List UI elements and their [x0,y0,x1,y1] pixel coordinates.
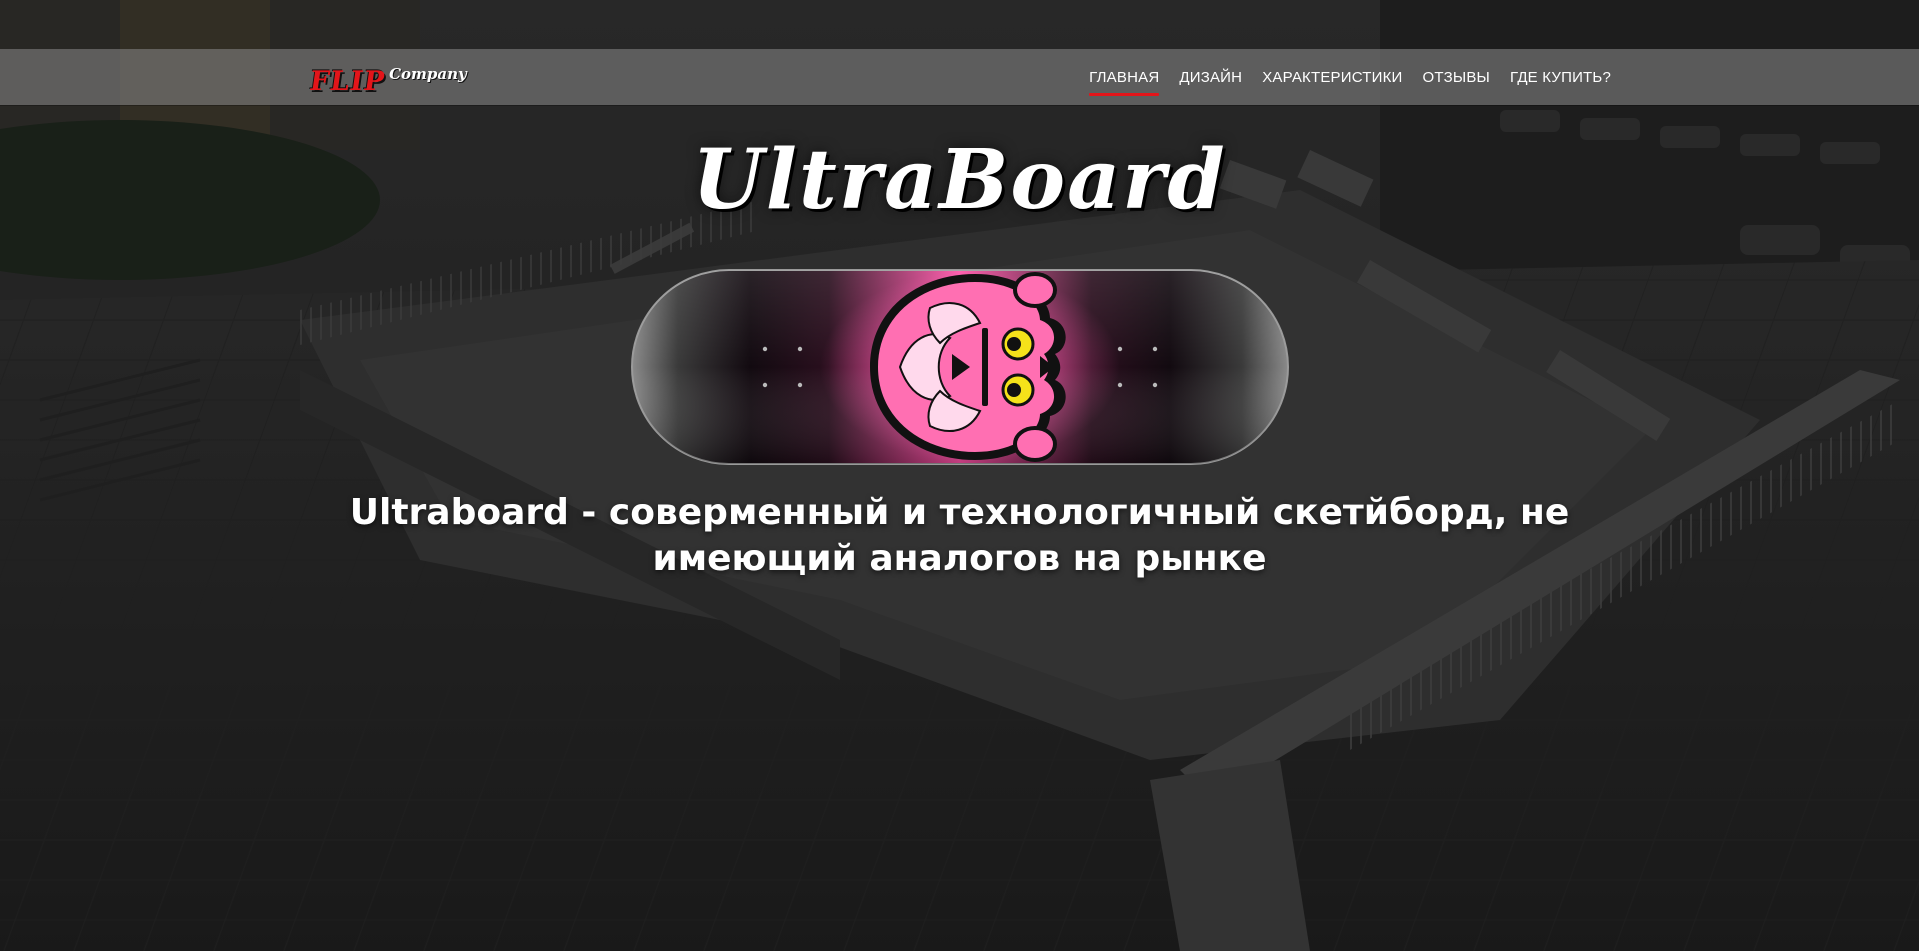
skateboard-deck-graphic [631,269,1289,465]
pink-skull-panther-icon [870,272,1066,462]
hero-title: UltraBoard [692,132,1227,228]
nav-item-where-to-buy[interactable]: ГДЕ КУПИТЬ? [1510,63,1611,92]
hero-tagline: Ultraboard - соверменный и технологичный… [0,490,1919,582]
nav-item-home[interactable]: ГЛАВНАЯ [1089,63,1160,96]
logo-brand-text: FLIP [307,66,388,97]
nav-item-reviews[interactable]: ОТЗЫВЫ [1423,63,1490,92]
hero-tagline-line-2: имеющий аналогов на рынке [652,538,1267,579]
nav-item-design[interactable]: ДИЗАЙН [1179,63,1242,92]
flip-company-logo[interactable]: FLIP Company [307,59,467,97]
main-nav: ГЛАВНАЯ ДИЗАЙН ХАРАКТЕРИСТИКИ ОТЗЫВЫ ГДЕ… [1089,49,1611,105]
hero-tagline-line-1: Ultraboard - соверменный и технологичный… [349,492,1570,533]
top-navbar: FLIP Company ГЛАВНАЯ ДИЗАЙН ХАРАКТЕРИСТИ… [0,49,1919,105]
logo-sub-text: Company [389,65,467,83]
skateboard-image [630,268,1290,466]
nav-item-specs[interactable]: ХАРАКТЕРИСТИКИ [1262,63,1402,92]
